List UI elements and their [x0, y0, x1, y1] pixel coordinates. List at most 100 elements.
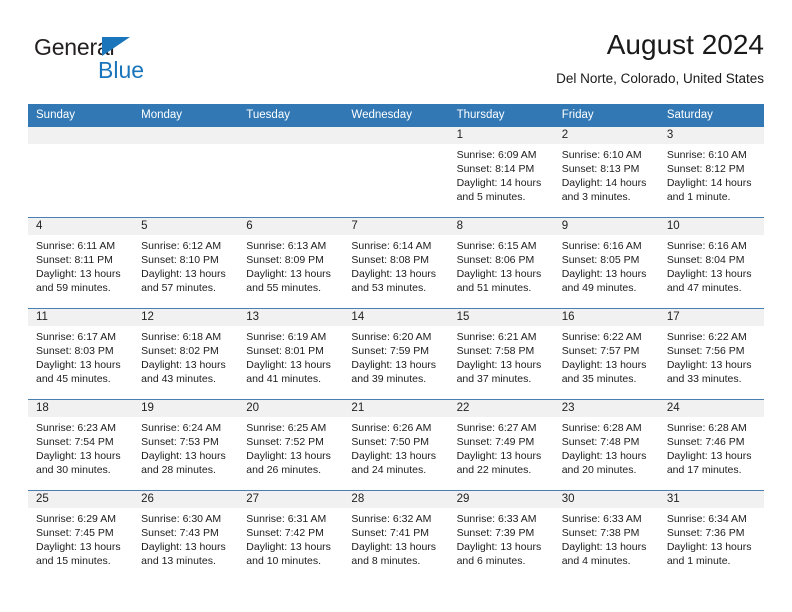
day-number: 25: [28, 491, 134, 508]
sunset-text: Sunset: 7:48 PM: [561, 436, 640, 449]
logo-text-blue: Blue: [98, 57, 145, 83]
calendar-day-cell[interactable]: 31 Sunrise: 6:34 AM Sunset: 7:36 PM Dayligh…: [658, 490, 764, 581]
day-details: Sunrise: 6:23 AM Sunset: 7:54 PM Daylight:…: [28, 417, 133, 477]
daylight-text: Daylight: 13 hours and 33 minutes.: [666, 359, 752, 386]
weekday-header-thursday: Thursday: [448, 104, 554, 127]
sunset-text: Sunset: 7:50 PM: [351, 436, 430, 449]
day-details: Sunrise: 6:11 AM Sunset: 8:11 PM Daylight:…: [28, 235, 133, 295]
day-details: Sunrise: 6:10 AM Sunset: 8:13 PM Daylight:…: [554, 144, 659, 204]
daylight-text: Daylight: 13 hours and 35 minutes.: [561, 359, 647, 386]
calendar-cell-empty: [133, 127, 239, 218]
calendar-day-cell[interactable]: 3 Sunrise: 6:10 AM Sunset: 8:12 PM Daylight…: [658, 127, 764, 218]
calendar-day-cell[interactable]: 4 Sunrise: 6:11 AM Sunset: 8:11 PM Daylight…: [28, 217, 134, 309]
day-details: Sunrise: 6:29 AM Sunset: 7:45 PM Daylight:…: [28, 508, 133, 568]
calendar-day-cell[interactable]: 13 Sunrise: 6:19 AM Sunset: 8:01 PM Dayligh…: [238, 308, 344, 400]
weekday-header-wednesday: Wednesday: [343, 104, 449, 127]
calendar-day-cell[interactable]: 10 Sunrise: 6:16 AM Sunset: 8:04 PM Dayligh…: [658, 217, 764, 309]
calendar-day-cell[interactable]: 14 Sunrise: 6:20 AM Sunset: 7:59 PM Dayligh…: [343, 308, 449, 400]
page-subtitle: Del Norte, Colorado, United States: [556, 71, 764, 86]
day-details: Sunrise: 6:32 AM Sunset: 7:41 PM Daylight:…: [343, 508, 448, 568]
sunset-text: Sunset: 8:12 PM: [666, 163, 745, 176]
sunset-text: Sunset: 8:01 PM: [246, 345, 324, 358]
calendar-day-cell[interactable]: 20 Sunrise: 6:25 AM Sunset: 7:52 PM Dayligh…: [238, 399, 344, 491]
calendar-day-cell[interactable]: 27 Sunrise: 6:31 AM Sunset: 7:42 PM Dayligh…: [238, 490, 344, 581]
calendar-table: Sunday Monday Tuesday Wednesday Thursday Frid…: [28, 104, 764, 581]
calendar-day-cell[interactable]: 18 Sunrise: 6:23 AM Sunset: 7:54 PM Dayligh…: [28, 399, 134, 491]
day-details: Sunrise: 6:22 AM Sunset: 7:56 PM Daylight:…: [659, 326, 764, 386]
day-number: 4: [28, 218, 134, 235]
day-number: 23: [553, 400, 659, 417]
daylight-text: Daylight: 13 hours and 51 minutes.: [456, 268, 542, 295]
sunrise-text: Sunrise: 6:33 AM: [561, 513, 642, 525]
daylight-text: Daylight: 13 hours and 26 minutes.: [246, 450, 331, 477]
calendar-week-row: 11 Sunrise: 6:17 AM Sunset: 8:03 PM Dayligh…: [28, 308, 764, 400]
sunrise-text: Sunrise: 6:22 AM: [561, 331, 642, 343]
day-number: 30: [553, 491, 659, 508]
daylight-text: Daylight: 13 hours and 59 minutes.: [36, 268, 121, 295]
day-number: 11: [28, 309, 134, 326]
calendar-day-cell[interactable]: 6 Sunrise: 6:13 AM Sunset: 8:09 PM Daylight…: [238, 217, 344, 309]
day-details: Sunrise: 6:09 AM Sunset: 8:14 PM Daylight:…: [449, 144, 554, 204]
calendar-day-cell[interactable]: 29 Sunrise: 6:33 AM Sunset: 7:39 PM Dayligh…: [448, 490, 554, 581]
day-number: 6: [238, 218, 344, 235]
sunrise-text: Sunrise: 6:13 AM: [246, 240, 327, 252]
daylight-text: Daylight: 13 hours and 24 minutes.: [351, 450, 437, 477]
day-number: 3: [658, 127, 764, 144]
day-number: 17: [658, 309, 764, 326]
calendar-body: 1 Sunrise: 6:09 AM Sunset: 8:14 PM Daylight…: [28, 127, 764, 581]
calendar-day-cell[interactable]: 8 Sunrise: 6:15 AM Sunset: 8:06 PM Daylight…: [448, 217, 554, 309]
day-details: Sunrise: 6:24 AM Sunset: 7:53 PM Daylight:…: [133, 417, 238, 477]
sunrise-text: Sunrise: 6:32 AM: [351, 513, 432, 525]
daylight-text: Daylight: 13 hours and 4 minutes.: [561, 541, 647, 568]
day-number: 5: [133, 218, 239, 235]
daylight-text: Daylight: 13 hours and 45 minutes.: [36, 359, 121, 386]
daylight-text: Daylight: 13 hours and 30 minutes.: [36, 450, 121, 477]
daylight-text: Daylight: 14 hours and 5 minutes.: [456, 177, 542, 204]
calendar-week-row: 1 Sunrise: 6:09 AM Sunset: 8:14 PM Daylight…: [28, 127, 764, 218]
calendar-day-cell[interactable]: 23 Sunrise: 6:28 AM Sunset: 7:48 PM Dayligh…: [553, 399, 659, 491]
weekday-header-saturday: Saturday: [658, 104, 764, 127]
day-number: 29: [448, 491, 554, 508]
sunset-text: Sunset: 7:41 PM: [351, 527, 430, 540]
day-details: Sunrise: 6:16 AM Sunset: 8:04 PM Daylight:…: [659, 235, 764, 295]
calendar-day-cell[interactable]: 25 Sunrise: 6:29 AM Sunset: 7:45 PM Dayligh…: [28, 490, 134, 581]
sunrise-text: Sunrise: 6:16 AM: [666, 240, 747, 252]
calendar-day-cell[interactable]: 22 Sunrise: 6:27 AM Sunset: 7:49 PM Dayligh…: [448, 399, 554, 491]
day-number: 24: [658, 400, 764, 417]
day-details: Sunrise: 6:10 AM Sunset: 8:12 PM Daylight:…: [659, 144, 764, 204]
daylight-text: Daylight: 13 hours and 28 minutes.: [141, 450, 226, 477]
calendar-day-cell[interactable]: 1 Sunrise: 6:09 AM Sunset: 8:14 PM Daylight…: [448, 127, 554, 218]
general-blue-logo[interactable]: General Blue: [34, 34, 234, 92]
weekday-header-friday: Friday: [553, 104, 659, 127]
calendar-day-cell[interactable]: 7 Sunrise: 6:14 AM Sunset: 8:08 PM Daylight…: [343, 217, 449, 309]
sunset-text: Sunset: 8:10 PM: [141, 254, 219, 267]
calendar-day-cell[interactable]: 12 Sunrise: 6:18 AM Sunset: 8:02 PM Dayligh…: [133, 308, 239, 400]
day-number: 15: [448, 309, 554, 326]
calendar-day-cell[interactable]: 26 Sunrise: 6:30 AM Sunset: 7:43 PM Dayligh…: [133, 490, 239, 581]
calendar-day-cell[interactable]: 28 Sunrise: 6:32 AM Sunset: 7:41 PM Dayligh…: [343, 490, 449, 581]
calendar-day-cell[interactable]: 21 Sunrise: 6:26 AM Sunset: 7:50 PM Dayligh…: [343, 399, 449, 491]
calendar-day-cell[interactable]: 24 Sunrise: 6:28 AM Sunset: 7:46 PM Dayligh…: [658, 399, 764, 491]
weekday-header-monday: Monday: [133, 104, 239, 127]
calendar-day-cell[interactable]: 11 Sunrise: 6:17 AM Sunset: 8:03 PM Dayligh…: [28, 308, 134, 400]
day-details: Sunrise: 6:17 AM Sunset: 8:03 PM Daylight:…: [28, 326, 133, 386]
calendar-day-cell[interactable]: 19 Sunrise: 6:24 AM Sunset: 7:53 PM Dayligh…: [133, 399, 239, 491]
sunset-text: Sunset: 8:13 PM: [561, 163, 640, 176]
sunrise-text: Sunrise: 6:31 AM: [246, 513, 327, 525]
weekday-header: Sunday Monday Tuesday Wednesday Thursday Frid…: [28, 104, 764, 127]
day-number: [343, 127, 449, 144]
calendar-day-cell[interactable]: 30 Sunrise: 6:33 AM Sunset: 7:38 PM Dayligh…: [553, 490, 659, 581]
calendar-day-cell[interactable]: 9 Sunrise: 6:16 AM Sunset: 8:05 PM Daylight…: [553, 217, 659, 309]
day-details: Sunrise: 6:20 AM Sunset: 7:59 PM Daylight:…: [343, 326, 448, 386]
sunset-text: Sunset: 7:39 PM: [456, 527, 535, 540]
calendar-day-cell[interactable]: 5 Sunrise: 6:12 AM Sunset: 8:10 PM Daylight…: [133, 217, 239, 309]
calendar-cell-empty: [238, 127, 344, 218]
calendar-day-cell[interactable]: 17 Sunrise: 6:22 AM Sunset: 7:56 PM Dayligh…: [658, 308, 764, 400]
daylight-text: Daylight: 13 hours and 55 minutes.: [246, 268, 331, 295]
day-details: Sunrise: 6:33 AM Sunset: 7:38 PM Daylight:…: [554, 508, 659, 568]
calendar-day-cell[interactable]: 16 Sunrise: 6:22 AM Sunset: 7:57 PM Dayligh…: [553, 308, 659, 400]
sunset-text: Sunset: 7:43 PM: [141, 527, 219, 540]
calendar-day-cell[interactable]: 2 Sunrise: 6:10 AM Sunset: 8:13 PM Daylight…: [553, 127, 659, 218]
calendar-day-cell[interactable]: 15 Sunrise: 6:21 AM Sunset: 7:58 PM Dayligh…: [448, 308, 554, 400]
day-number: 27: [238, 491, 344, 508]
